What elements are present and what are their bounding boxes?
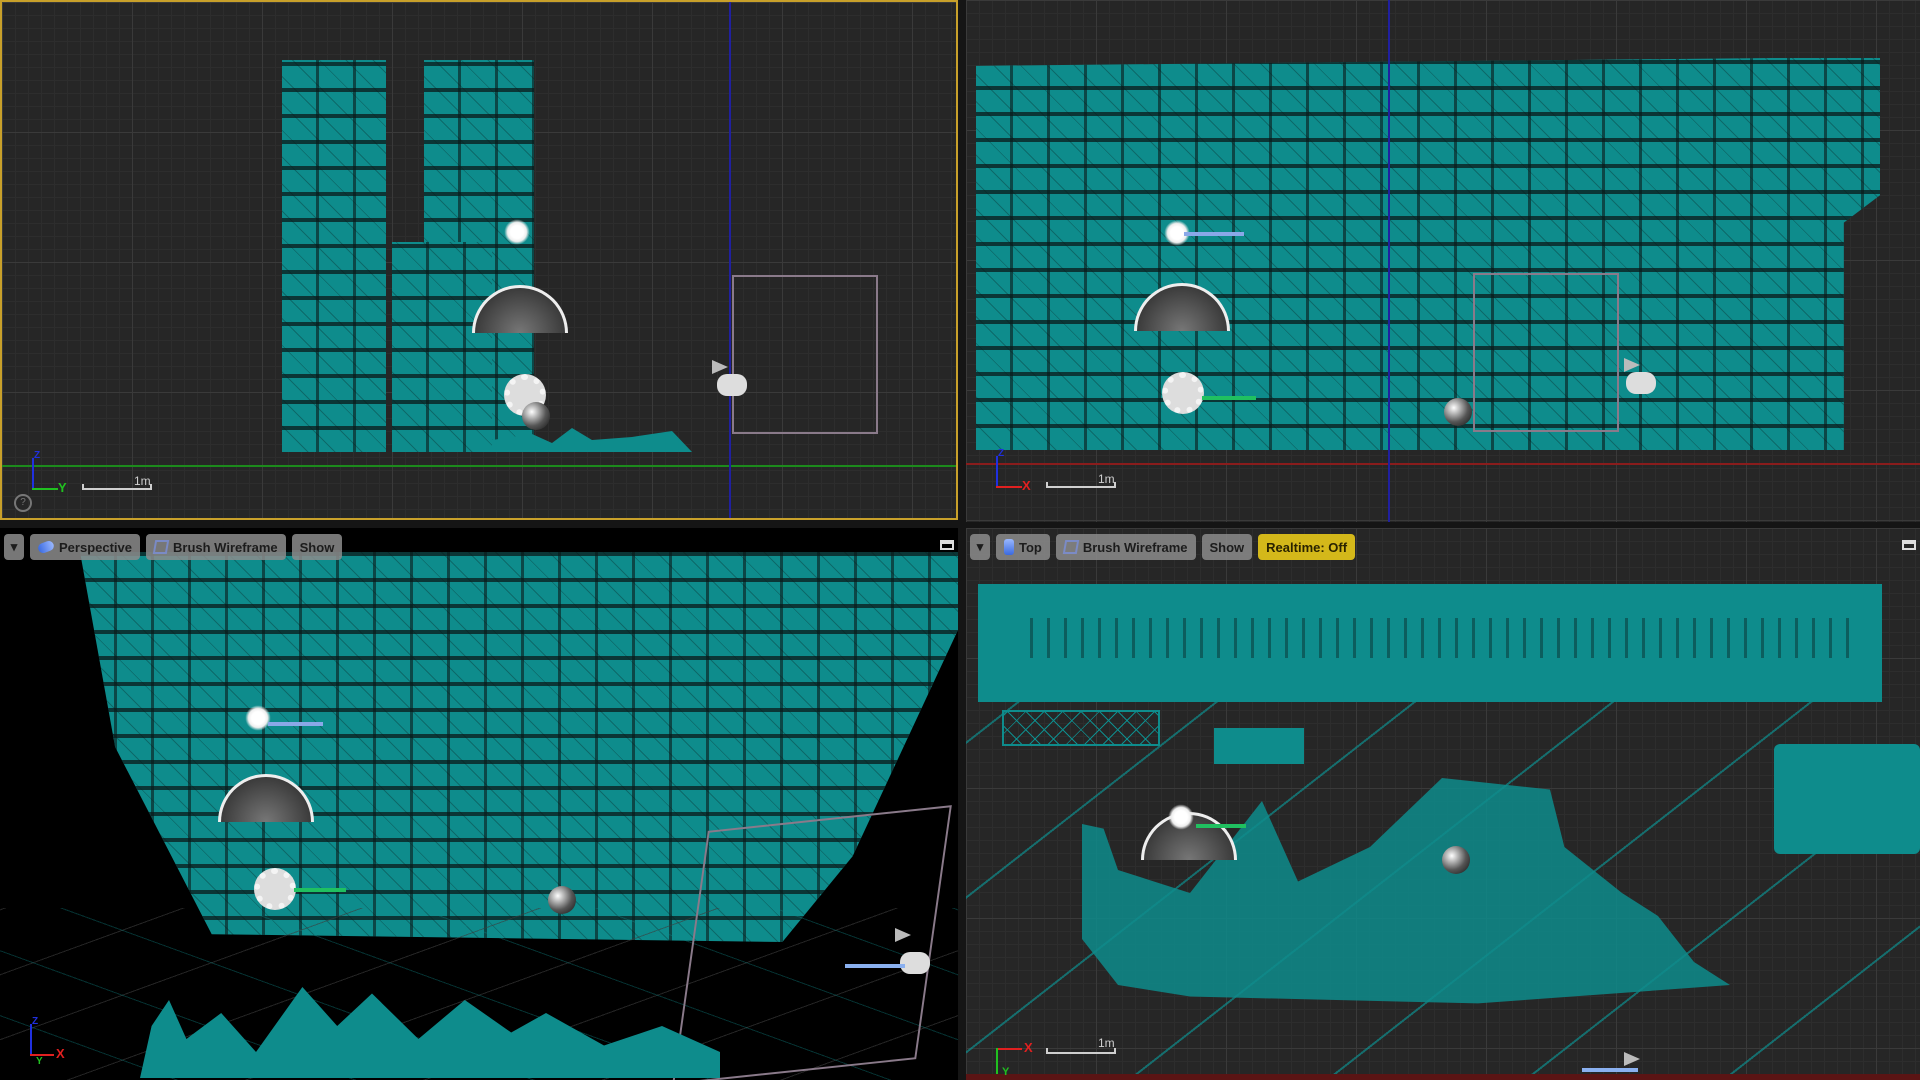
player-start-arrow (1196, 824, 1246, 828)
z-axis-indicator (30, 1024, 32, 1054)
x-axis-indicator (996, 486, 1022, 488)
controller-direction-arrow (845, 964, 905, 968)
scaffold-geometry (392, 242, 492, 452)
controller-direction-arrow (1582, 1068, 1638, 1072)
light-direction-arrow (1184, 232, 1244, 236)
render-mode-button[interactable]: Brush Wireframe (146, 534, 286, 560)
player-start-icon[interactable] (254, 868, 296, 910)
view-mode-label: Top (1019, 539, 1042, 555)
view-mode-button[interactable]: Perspective (30, 534, 140, 560)
volume-bounds (672, 805, 952, 1080)
x-axis-label: X (1024, 1040, 1033, 1055)
z-axis-line (1388, 0, 1390, 522)
perspective-icon (36, 539, 56, 555)
x-axis-indicator (996, 1048, 1022, 1050)
z-axis-indicator (996, 456, 998, 486)
x-axis-line (966, 463, 1920, 465)
wireframe-icon (1062, 540, 1080, 554)
game-controller-icon[interactable] (900, 952, 930, 974)
show-label: Show (299, 539, 335, 555)
volume-bounds (1473, 273, 1619, 432)
z-axis-label: Z (998, 448, 1005, 459)
building-geometry-front (976, 58, 1880, 450)
roof-detail (1016, 618, 1856, 658)
reflection-sphere-icon[interactable] (1444, 398, 1472, 426)
top-view-icon (1004, 539, 1014, 555)
reflection-sphere-icon[interactable] (548, 886, 576, 914)
reflection-sphere-icon[interactable] (522, 402, 550, 430)
z-axis-label: Z (32, 1016, 39, 1027)
viewport-side[interactable]: Y Z 1m ? (0, 0, 958, 520)
maximize-viewport-button[interactable] (940, 540, 954, 550)
view-mode-label: Perspective (59, 539, 132, 555)
scale-label: 1m (134, 474, 151, 488)
maximize-viewport-button[interactable] (1902, 540, 1916, 550)
show-label: Show (1209, 539, 1245, 555)
game-controller-icon[interactable] (1626, 372, 1656, 394)
reflection-sphere-icon[interactable] (1442, 846, 1470, 874)
player-start-arrow (294, 888, 346, 892)
realtime-toggle-button[interactable]: Realtime: Off (1258, 534, 1356, 560)
viewport-options-button[interactable]: ▾ (4, 534, 24, 560)
z-axis-label: Z (34, 450, 41, 461)
flag-icon[interactable] (1624, 358, 1640, 372)
scale-label: 1m (1098, 472, 1115, 486)
player-start-arrow (1202, 396, 1256, 400)
scale-label: 1m (1098, 1036, 1115, 1050)
x-axis-label: X (56, 1046, 65, 1061)
player-start-icon[interactable] (1162, 372, 1204, 414)
view-mode-button[interactable]: Top (996, 534, 1050, 560)
flag-icon[interactable] (1624, 1052, 1640, 1066)
viewport-options-button[interactable]: ▾ (970, 534, 990, 560)
y-axis-indicator (996, 1048, 998, 1074)
render-mode-button[interactable]: Brush Wireframe (1055, 534, 1196, 560)
sun-light-icon[interactable] (1166, 802, 1196, 832)
x-axis-label: X (1022, 478, 1031, 493)
flag-icon[interactable] (895, 928, 911, 942)
x-axis-line (966, 1074, 1920, 1080)
wireframe-icon (152, 540, 170, 554)
building-geometry-left (282, 60, 386, 452)
viewport-top[interactable]: ▾ Top Brush Wireframe Show Realtime: Off… (966, 528, 1920, 1080)
show-button[interactable]: Show (291, 534, 343, 560)
sun-light-icon[interactable] (243, 703, 273, 733)
chevron-down-icon: ▾ (976, 539, 984, 554)
viewport-perspective[interactable]: ▾ Perspective Brush Wireframe Show X Z Y (0, 528, 958, 1080)
z-axis-line (729, 2, 731, 518)
y-axis-label: Y (36, 1056, 43, 1067)
volume-bounds (732, 275, 878, 434)
y-axis-line (2, 465, 956, 467)
render-mode-label: Brush Wireframe (1082, 539, 1188, 555)
game-controller-icon[interactable] (717, 374, 747, 396)
viewport-toolbar: ▾ Top Brush Wireframe Show Realtime: Off (970, 534, 1356, 560)
realtime-label: Realtime: Off (1266, 539, 1348, 555)
show-button[interactable]: Show (1201, 534, 1253, 560)
chevron-down-icon: ▾ (10, 539, 18, 554)
flag-icon[interactable] (712, 360, 728, 374)
y-axis-label: Y (1002, 1066, 1010, 1078)
help-icon[interactable]: ? (14, 494, 32, 512)
viewport-toolbar: ▾ Perspective Brush Wireframe Show (4, 534, 343, 560)
y-axis-indicator (32, 488, 58, 490)
render-mode-label: Brush Wireframe (173, 539, 278, 555)
y-axis-label: Y (58, 480, 67, 495)
sun-light-icon[interactable] (502, 217, 532, 247)
viewport-front[interactable]: X Z 1m (966, 0, 1920, 522)
z-axis-indicator (32, 458, 34, 488)
light-direction-arrow (268, 722, 323, 726)
